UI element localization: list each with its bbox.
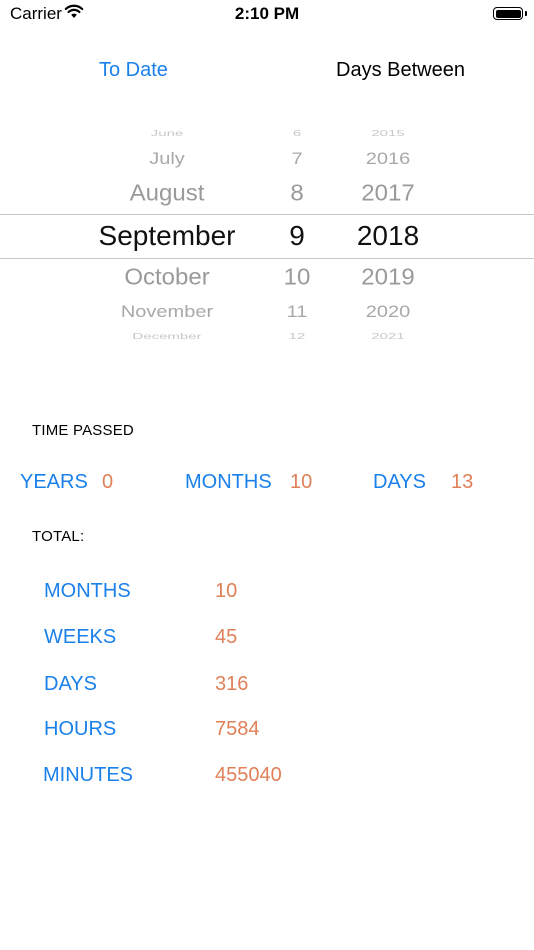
picker-month-item[interactable]: June [151,129,184,137]
picker-year-item-selected[interactable]: 2018 [357,222,419,250]
picker-selection-top-line [0,214,534,215]
picker-day-item[interactable]: 7 [291,151,302,167]
time-passed-title: TIME PASSED [32,422,134,439]
picker-year-item[interactable]: 2016 [366,151,411,167]
picker-day-item[interactable]: 12 [289,332,306,340]
picker-selection-bottom-line [0,258,534,259]
picker-month-item[interactable]: November [121,304,213,320]
total-value-hours: 7584 [215,718,260,740]
picker-day-item[interactable]: 6 [293,129,301,137]
date-picker[interactable]: June July August September October November De… [0,118,534,344]
picker-day-item-selected[interactable]: 9 [289,222,305,250]
picker-month-item[interactable]: August [130,182,205,206]
total-title: TOTAL: [32,528,85,545]
total-value-minutes: 455040 [215,764,282,786]
years-label: YEARS [20,471,88,493]
days-label: DAYS [373,471,426,493]
total-label-days: DAYS [44,673,97,695]
picker-month-item[interactable]: July [149,151,185,167]
picker-year-item[interactable]: 2020 [366,304,411,320]
picker-month-item-selected[interactable]: September [99,222,236,250]
picker-year-item[interactable]: 2015 [371,129,404,137]
status-time: 2:10 PM [234,4,300,23]
picker-day-item[interactable]: 11 [287,304,308,320]
total-label-weeks: WEEKS [44,626,117,648]
total-value-days: 316 [215,673,249,695]
months-value: 10 [290,471,313,493]
picker-year-item[interactable]: 2017 [361,182,414,206]
total-value-months: 10 [215,580,238,602]
months-label: MONTHS [185,471,272,493]
years-value: 0 [102,471,114,493]
total-label-hours: HOURS [44,718,117,740]
total-label-months: MONTHS [44,580,131,602]
picker-day-item[interactable]: 8 [290,182,303,206]
tab-to-date[interactable]: To Date [99,59,168,82]
picker-month-item[interactable]: October [124,266,209,290]
picker-day-item[interactable]: 10 [284,266,311,290]
picker-year-item[interactable]: 2019 [361,266,414,290]
picker-year-item[interactable]: 2021 [371,332,404,340]
battery-icon [493,7,523,20]
total-label-minutes: MINUTES [43,764,133,786]
days-value: 13 [451,471,474,493]
total-value-weeks: 45 [215,626,238,648]
picker-month-item[interactable]: December [132,332,201,340]
tab-days-between[interactable]: Days Between [336,59,465,82]
battery-tip [525,11,527,16]
